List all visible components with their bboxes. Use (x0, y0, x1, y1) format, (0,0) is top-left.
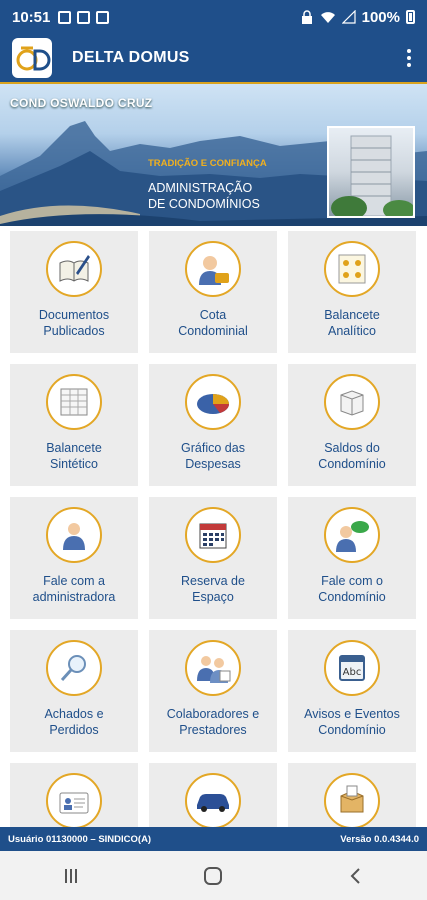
tile-fale-administradora[interactable]: Fale com a administradora (10, 497, 138, 619)
delta-domus-logo-icon (16, 46, 51, 71)
notification-icon (58, 10, 72, 24)
overflow-menu-icon[interactable] (403, 45, 415, 71)
tile-label: Documentos Publicados (38, 308, 110, 338)
person-chat-icon (324, 507, 380, 563)
tile-package[interactable] (288, 763, 416, 827)
gallery-icon (77, 10, 91, 24)
footer-bar: Usuário 01130000 – SINDICO(A) Versão 0.0… (0, 827, 427, 851)
calendar-icon (185, 507, 241, 563)
tile-documentos-publicados[interactable]: Documentos Publicados (10, 231, 138, 353)
tile-reserva-espaco[interactable]: Reserva de Espaço (149, 497, 277, 619)
person-icon (46, 507, 102, 563)
home-icon (204, 866, 223, 885)
tile-colaboradores-prestadores[interactable]: Colaboradores e Prestadores (149, 630, 277, 752)
footer-version: Versão 0.0.4344.0 (340, 833, 419, 845)
tile-label: Achados e Perdidos (44, 707, 104, 737)
app-title: DELTA DOMUS (72, 49, 190, 66)
tile-cota-condominial[interactable]: Cota Condominial (149, 231, 277, 353)
wifi-icon (320, 12, 335, 23)
app-logo (12, 38, 52, 78)
mail-icon (96, 10, 110, 24)
back-icon (350, 867, 360, 884)
battery-icon (406, 10, 415, 24)
tile-achados-perdidos[interactable]: Achados e Perdidos (10, 630, 138, 752)
signal-icon (341, 10, 356, 24)
tile-label: Colaboradores e Prestadores (166, 707, 260, 737)
spreadsheet-icon (46, 374, 102, 430)
box-icon (324, 374, 380, 430)
banner-admin-line2: DE CONDOMÍNIOS (148, 197, 260, 211)
menu-grid: Documentos Publicados Cota Condominial B… (0, 226, 427, 827)
pie-chart-icon (185, 374, 241, 430)
document-pen-icon (46, 241, 102, 297)
people-icon (185, 640, 241, 696)
tile-avisos-eventos[interactable]: Abc Avisos e Eventos Condomínio (288, 630, 416, 752)
car-icon (185, 773, 241, 827)
magnifier-icon (46, 640, 102, 696)
tile-grafico-despesas[interactable]: Gráfico das Despesas (149, 364, 277, 486)
package-icon (324, 773, 380, 827)
tile-balancete-sintetico[interactable]: Balancete Sintético (10, 364, 138, 486)
status-time: 10:51 (12, 8, 51, 26)
tile-saldos-condominio[interactable]: Saldos do Condomínio (288, 364, 416, 486)
building-photo (327, 126, 415, 218)
svg-text:Abc: Abc (343, 667, 362, 678)
recent-apps-icon (65, 868, 78, 883)
tile-car[interactable] (149, 763, 277, 827)
tile-label: Gráfico das Despesas (181, 441, 245, 471)
users-sheet-icon (324, 241, 380, 297)
header-banner: COND OSWALDO CRUZ TRADIÇÃO E CONFIANÇA A… (0, 82, 427, 226)
condominium-name: COND OSWALDO CRUZ (10, 96, 153, 110)
tile-label: Balancete Analítico (324, 308, 380, 338)
home-button[interactable] (193, 856, 233, 896)
tile-fale-condominio[interactable]: Fale com o Condomínio (288, 497, 416, 619)
tile-label: Avisos e Eventos Condomínio (304, 707, 400, 737)
lock-icon (301, 10, 312, 24)
tile-label: Reserva de Espaço (181, 574, 245, 604)
banner-admin-line1: ADMINISTRAÇÃO (148, 181, 253, 195)
person-money-icon (185, 241, 241, 297)
status-bar: 10:51 100% (0, 0, 427, 34)
id-card-icon (46, 773, 102, 827)
tile-label: Cota Condominial (178, 308, 248, 338)
back-button[interactable] (336, 856, 376, 896)
recent-apps-button[interactable] (51, 856, 91, 896)
system-nav-bar (0, 851, 427, 900)
tile-label: Saldos do Condomínio (318, 441, 386, 471)
tile-label: Fale com o Condomínio (318, 574, 386, 604)
app-bar: DELTA DOMUS (0, 34, 427, 82)
tile-id-card[interactable] (10, 763, 138, 827)
tile-balancete-analitico[interactable]: Balancete Analítico (288, 231, 416, 353)
tile-label: Fale com a administradora (32, 574, 116, 604)
battery-level: 100% (361, 8, 400, 26)
banner-tagline: TRADIÇÃO E CONFIANÇA (148, 158, 267, 169)
abc-calendar-icon: Abc (324, 640, 380, 696)
footer-user: Usuário 01130000 – SINDICO(A) (8, 833, 152, 845)
tile-label: Balancete Sintético (46, 441, 102, 471)
banner-admin-text: ADMINISTRAÇÃO DE CONDOMÍNIOS (148, 180, 260, 212)
